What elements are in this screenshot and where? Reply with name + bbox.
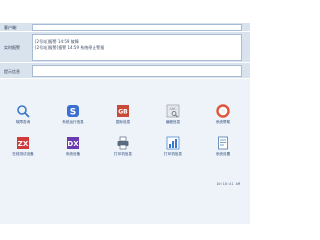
- status-time: 10:10:41 AM: [216, 182, 240, 186]
- tile-label: 编程信息: [165, 120, 181, 124]
- tile-system-help[interactable]: 系统帮助: [203, 104, 243, 136]
- tile-programming-info[interactable]: ABC 编程信息: [153, 104, 193, 136]
- chart-icon: [166, 136, 180, 150]
- user-label: 客户端:: [4, 25, 18, 30]
- svg-text:GB: GB: [118, 109, 128, 116]
- alarm-list[interactable]: [2号站]报警 14:59 故障 [2号站]报警]报警 14:59 系统停止警报: [32, 34, 242, 61]
- s-icon: S: [66, 104, 80, 118]
- dx-icon: DX: [66, 136, 80, 150]
- tile-label: 打印机信息: [164, 152, 182, 156]
- tile-label: 国标信息: [115, 120, 131, 124]
- svg-text:DX: DX: [67, 140, 79, 148]
- tile-printer-info-1[interactable]: 打印机信息: [103, 136, 143, 168]
- tile-system-run-info[interactable]: S 系统运行信息: [53, 104, 93, 136]
- document-icon: [216, 136, 230, 150]
- tile-label: 在线测试设备: [12, 152, 34, 156]
- status-bar: 10:10:41 AM: [0, 180, 250, 190]
- tile-system-devices[interactable]: DX 系统设备: [53, 136, 93, 168]
- tile-online-test[interactable]: ZX 在线测试设备: [3, 136, 43, 168]
- user-field: [32, 24, 242, 31]
- prompt-row: 提示信息: [0, 63, 250, 79]
- tile-label: 系统设备: [65, 152, 81, 156]
- lifebuoy-icon: [216, 104, 230, 118]
- zx-icon: ZX: [16, 136, 30, 150]
- tile-label: 系统运行信息: [62, 120, 84, 124]
- prompt-label: 提示信息: [4, 69, 20, 74]
- user-row: 客户端:: [0, 23, 250, 32]
- function-grid: 故障查询 S 系统运行信息 GB 国标信息 ABC 编程信息 系统帮助 ZX 在…: [0, 96, 250, 166]
- search-icon: [16, 104, 30, 118]
- abc-icon: ABC: [166, 104, 180, 118]
- tile-fault-query[interactable]: 故障查询: [3, 104, 43, 136]
- tile-label: 系统设置: [215, 152, 231, 156]
- svg-text:S: S: [70, 108, 76, 118]
- svg-text:ABC: ABC: [169, 107, 177, 111]
- gb-icon: GB: [116, 104, 130, 118]
- svg-text:ZX: ZX: [18, 140, 29, 148]
- tile-label: 系统帮助: [215, 120, 231, 124]
- tile-gb-info[interactable]: GB 国标信息: [103, 104, 143, 136]
- tile-system-settings[interactable]: 系统设置: [203, 136, 243, 168]
- alarm-label: 实时报警: [4, 45, 20, 50]
- printer-icon: [116, 136, 130, 150]
- tile-label: 故障查询: [15, 120, 31, 124]
- alarm-line-2[interactable]: [2号站]报警]报警 14:59 系统停止警报: [35, 45, 104, 51]
- tile-printer-info-2[interactable]: 打印机信息: [153, 136, 193, 168]
- prompt-field: [32, 65, 242, 77]
- alarm-row: 实时报警 [2号站]报警 14:59 故障 [2号站]报警]报警 14:59 系…: [0, 32, 250, 63]
- tile-label: 打印机信息: [114, 152, 132, 156]
